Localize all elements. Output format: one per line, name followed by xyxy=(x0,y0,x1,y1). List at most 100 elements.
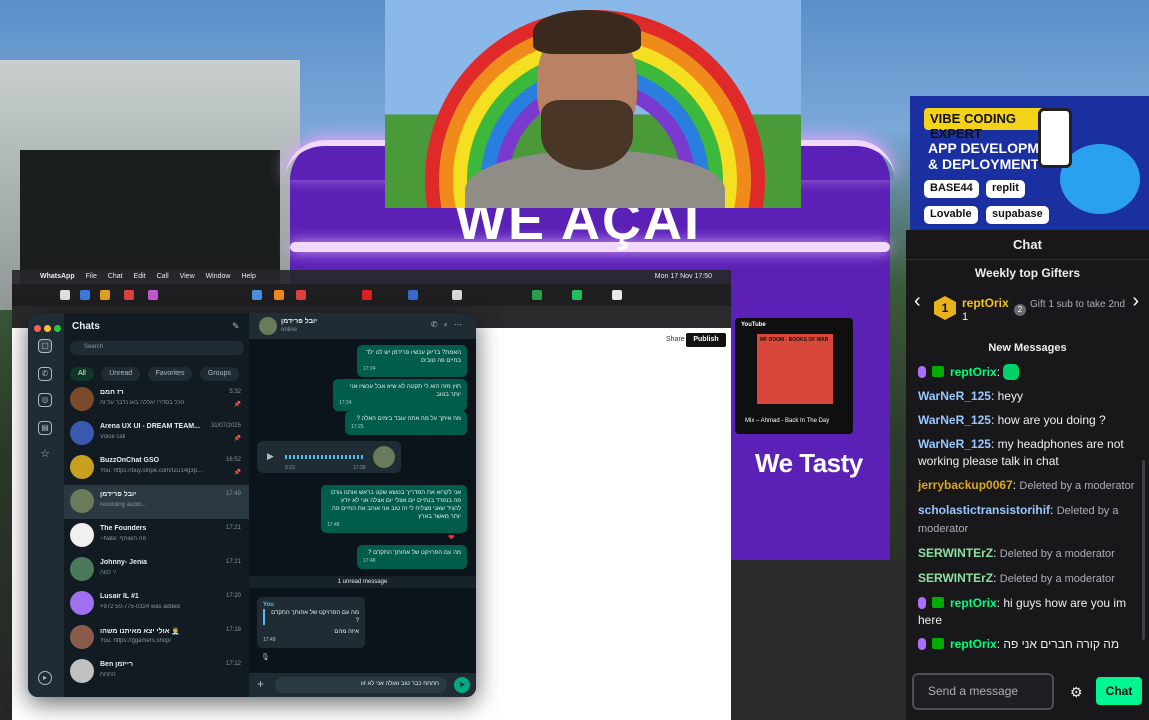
menu-file[interactable]: File xyxy=(86,270,97,284)
contact-avatar[interactable] xyxy=(259,317,277,335)
chat-username[interactable]: jerrybackup0067 xyxy=(918,478,1013,492)
message-bubble[interactable]: חוץ מזה הוא לי תקטה לא שיא אבל עכשיו אני… xyxy=(333,379,467,411)
browser-tab[interactable] xyxy=(612,290,622,300)
contact-name[interactable]: יובל פרידמן xyxy=(281,318,317,325)
share-button[interactable]: Share xyxy=(666,333,685,347)
chat-list-item[interactable]: Lusair IL #1 +972 50-775-0324 was added 17… xyxy=(64,587,249,621)
star-icon[interactable]: ☆ xyxy=(38,449,52,463)
browser-tab-strip[interactable] xyxy=(12,284,731,306)
chat-list-item[interactable]: יובל פרידמן recording audio... 17:49 xyxy=(64,485,249,519)
chat-name: Lusair IL #1 xyxy=(100,593,139,600)
publish-button[interactable]: Publish xyxy=(686,333,726,347)
browser-tab[interactable] xyxy=(452,290,462,300)
youtube-logo[interactable]: YouTube xyxy=(741,322,766,328)
chat-list-item[interactable]: BuzzOnChat GSO You: https://buy.stripe.co… xyxy=(64,451,249,485)
browser-tab[interactable] xyxy=(100,290,110,300)
zoom-window-button[interactable] xyxy=(54,325,61,332)
message-bubble[interactable]: מה עם הפרויקט של אחותך התקדם ? 17:48 xyxy=(357,545,467,569)
close-window-button[interactable] xyxy=(34,325,41,332)
chat-username[interactable]: WarNeR_125 xyxy=(918,389,991,403)
chat-list-item[interactable]: Ben רייזמן החחח 17:12 xyxy=(64,655,249,689)
chat-list-item[interactable]: Arena UX UI - DREAM TEAM... Voice call 31/… xyxy=(64,417,249,451)
chat-username[interactable]: reptOrix xyxy=(950,365,997,379)
menu-icon[interactable]: ⋯ xyxy=(454,320,468,329)
browser-tab[interactable] xyxy=(124,290,134,300)
chat-preview: Voice call xyxy=(100,434,126,440)
communities-icon[interactable]: ▤ xyxy=(38,421,52,435)
minimize-window-button[interactable] xyxy=(44,325,51,332)
chat-time: 17:21 xyxy=(225,525,241,531)
browser-tab[interactable] xyxy=(252,290,262,300)
new-chat-icon[interactable]: ✎ xyxy=(232,321,240,332)
attach-icon[interactable]: + xyxy=(257,677,264,691)
voice-waveform[interactable] xyxy=(285,455,365,459)
incoming-message[interactable]: You מה עם הפרויקט של אחותך התקדם ? איזה … xyxy=(257,597,365,648)
search-icon[interactable]: ⌕ xyxy=(444,320,454,329)
browser-tab[interactable] xyxy=(60,290,70,300)
chat-scrollbar[interactable] xyxy=(1142,460,1145,640)
message-bubble[interactable]: האמת? בדיוק עכשיו פרידמן יש לנו ילד בחיי… xyxy=(357,345,467,377)
gift-to-take-second: Gift 1 sub to take 2nd xyxy=(1030,299,1126,310)
conversation-header[interactable]: יובל פרידמן online ✆⌕⋯ xyxy=(249,313,476,339)
browser-tab[interactable] xyxy=(362,290,372,300)
menu-chat[interactable]: Chat xyxy=(108,270,123,284)
chat-send-button[interactable]: Chat xyxy=(1096,677,1142,705)
chat-filters: All Unread Favorites Groups xyxy=(70,362,242,381)
voice-message[interactable]: ▶ 0:23 17:39 xyxy=(257,441,401,473)
chat-list: רז חמם הכל בסדר! יאללה באו נדבר על זה 5:32… xyxy=(64,383,249,689)
top-gifter-name[interactable]: reptOrix xyxy=(962,296,1009,310)
chat-message: scholastictransistorihif: Deleted by a m… xyxy=(918,503,1119,535)
menu-view[interactable]: View xyxy=(180,270,195,284)
browser-tab[interactable] xyxy=(572,290,582,300)
chevron-left-icon[interactable]: ‹ xyxy=(914,290,921,313)
menu-call[interactable]: Call xyxy=(157,270,169,284)
browser-tab[interactable] xyxy=(532,290,542,300)
chat-search-input[interactable]: Search xyxy=(70,341,244,355)
now-playing-title[interactable]: Mix – Ahmad - Back In The Day xyxy=(745,418,829,424)
message-bubble[interactable]: מה איתך על מה אתה עובד בימים האלה ? 17:25 xyxy=(345,411,467,435)
send-icon[interactable]: ➤ xyxy=(454,677,470,693)
message-input[interactable]: חחחח כבר טוב ואולה אני לא זוו xyxy=(275,677,447,693)
menu-help[interactable]: Help xyxy=(241,270,255,284)
chat-list-item[interactable]: אולי יצא מאיתנו משהו 👨‍💼 You: https://gga… xyxy=(64,621,249,655)
heart-reaction-icon[interactable]: ❤ xyxy=(448,533,455,542)
filter-all[interactable]: All xyxy=(70,367,94,381)
chat-username[interactable]: WarNeR_125 xyxy=(918,413,991,427)
browser-tab[interactable] xyxy=(80,290,90,300)
sponsor-banner[interactable]: VIBE CODING EXPERT APP DEVELOPMENT & DEP… xyxy=(910,96,1149,230)
chat-list-item[interactable]: Johnny- Jenia למה ? 17:21 xyxy=(64,553,249,587)
chat-list-item[interactable]: The Founders ~Nate: פה השותף 17:21 xyxy=(64,519,249,553)
browser-tab[interactable] xyxy=(296,290,306,300)
status-icon[interactable]: ◎ xyxy=(38,393,52,407)
message-bubble[interactable]: אני לקרוא את המדריך בנושא שקט בראש אותנו… xyxy=(321,485,467,533)
chevron-right-icon[interactable]: › xyxy=(1132,290,1139,313)
menu-edit[interactable]: Edit xyxy=(134,270,146,284)
youtube-miniplayer[interactable]: YouTube MF DOOM - BOOKS OF WAR Mix – Ahm… xyxy=(735,318,853,434)
chat-username[interactable]: scholastictransistorihif xyxy=(918,503,1050,517)
chat-username[interactable]: WarNeR_125 xyxy=(918,437,991,451)
play-icon[interactable]: ▶ xyxy=(267,451,274,462)
chat-message: SERWINTErZ: Deleted by a moderator xyxy=(918,546,1115,560)
menu-window[interactable]: Window xyxy=(206,270,231,284)
browser-tab[interactable] xyxy=(148,290,158,300)
streamer-beard xyxy=(541,100,633,170)
chats-icon[interactable]: ▢ xyxy=(38,339,52,353)
video-call-icon[interactable]: ✆ xyxy=(431,320,444,329)
menubar-app-name[interactable]: WhatsApp xyxy=(40,270,75,284)
new-messages-divider[interactable]: New Messages xyxy=(906,342,1149,354)
browser-tab[interactable] xyxy=(408,290,418,300)
filter-unread[interactable]: Unread xyxy=(101,367,141,381)
browser-tab[interactable] xyxy=(274,290,284,300)
chat-username[interactable]: reptOrix xyxy=(950,596,997,610)
filter-groups[interactable]: Groups xyxy=(199,367,239,381)
chat-message-input[interactable]: Send a message xyxy=(912,673,1054,710)
chat-username[interactable]: reptOrix xyxy=(950,637,997,651)
microphone-icon[interactable]: 🎙 xyxy=(261,653,270,661)
settings-icon[interactable]: ▸ xyxy=(38,671,52,685)
chat-username[interactable]: SERWINTErZ xyxy=(918,571,993,585)
filter-favorites[interactable]: Favorites xyxy=(147,367,193,381)
chat-username[interactable]: SERWINTErZ xyxy=(918,546,993,560)
gear-icon[interactable]: ⚙ xyxy=(1070,684,1083,701)
calls-icon[interactable]: ✆ xyxy=(38,367,52,381)
chat-list-item[interactable]: רז חמם הכל בסדר! יאללה באו נדבר על זה 5:32… xyxy=(64,383,249,417)
